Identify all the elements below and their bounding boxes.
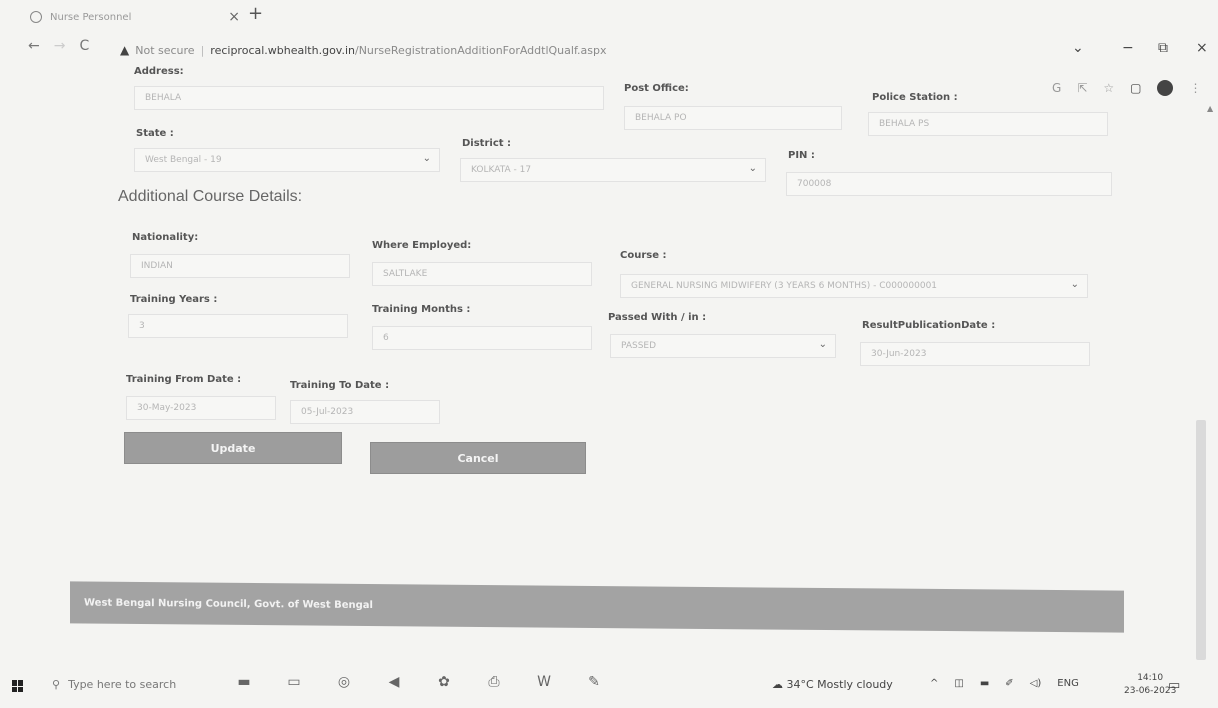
url-separator: | [200, 43, 205, 57]
footer-bar: West Bengal Nursing Council, Govt. of We… [70, 581, 1124, 633]
search-icon: ⚲ [52, 678, 61, 691]
pin-field[interactable]: 700008 [786, 172, 1112, 196]
minimize-button[interactable]: − [1122, 40, 1134, 56]
language-indicator[interactable]: ENG [1057, 678, 1079, 689]
pen-app-icon[interactable]: ✎ [582, 674, 606, 690]
footer-text: West Bengal Nursing Council, Govt. of We… [84, 597, 373, 611]
address-field[interactable]: BEHALA [134, 86, 604, 110]
address-label: Address: [134, 66, 184, 77]
result-date-field[interactable]: 30-Jun-2023 [860, 342, 1090, 366]
district-value: KOLKATA - 17 [471, 165, 532, 175]
taskbar-search[interactable]: ⚲ Type here to search [52, 678, 176, 691]
course-label: Course : [620, 250, 667, 261]
not-secure-label: Not secure [135, 43, 195, 57]
address-bar[interactable]: ▲ Not secure | reciprocal.wbhealth.gov.i… [120, 40, 1020, 60]
notification-icon[interactable]: ▭ [1168, 678, 1180, 693]
cancel-button[interactable]: Cancel [370, 442, 586, 474]
post-office-field[interactable]: BEHALA PO [624, 106, 842, 130]
close-window-button[interactable]: × [1196, 40, 1208, 56]
chevron-down-icon: ⌄ [748, 163, 757, 174]
vertical-scrollbar[interactable] [1196, 420, 1206, 660]
printer-icon[interactable]: ⎙ [482, 674, 506, 690]
new-tab-button[interactable]: + [248, 3, 263, 24]
weather-icon: ☁ [772, 678, 787, 691]
from-date-field[interactable]: 30-May-2023 [126, 396, 276, 420]
passed-value: PASSED [621, 341, 657, 351]
media-icon[interactable]: ◀ [382, 674, 406, 690]
warning-icon: ▲ [120, 43, 130, 57]
forward-arrow-icon[interactable]: → [54, 38, 66, 54]
back-arrow-icon[interactable]: ← [28, 38, 40, 54]
district-select[interactable]: KOLKATA - 17 ⌄ [460, 158, 766, 182]
state-value: West Bengal - 19 [145, 155, 222, 165]
globe-icon [30, 11, 42, 23]
reload-icon[interactable]: C [79, 38, 89, 54]
windows-start-icon[interactable] [12, 680, 24, 692]
toolbar-icons: G ⇱ ☆ ▢ ⋮ [1052, 80, 1201, 96]
taskbar-search-placeholder: Type here to search [68, 678, 177, 691]
battery-icon[interactable]: ▬ [980, 678, 989, 689]
restore-button[interactable]: ⧉ [1158, 40, 1168, 56]
scroll-up-icon[interactable]: ▲ [1207, 104, 1213, 113]
pen-icon[interactable]: ✐ [1005, 678, 1013, 689]
training-months-field[interactable]: 6 [372, 326, 592, 350]
district-label: District : [462, 138, 512, 149]
course-select[interactable]: GENERAL NURSING MIDWIFERY (3 YEARS 6 MON… [620, 274, 1088, 298]
chevron-down-icon: ⌄ [422, 153, 431, 164]
police-station-label: Police Station : [872, 92, 958, 103]
share-icon[interactable]: ⇱ [1077, 81, 1087, 95]
taskbar-apps: ▬ ▭ ◎ ◀ ✿ ⎙ W ✎ [232, 674, 606, 690]
google-icon[interactable]: G [1052, 81, 1061, 95]
where-employed-label: Where Employed: [372, 240, 472, 251]
menu-dots-icon[interactable]: ⋮ [1189, 81, 1201, 95]
word-icon[interactable]: W [532, 674, 556, 690]
tab-close-icon[interactable]: × [228, 9, 240, 25]
volume-icon[interactable]: ◁) [1030, 678, 1042, 689]
training-years-label: Training Years : [130, 294, 218, 305]
caret-up-icon[interactable]: ^ [930, 678, 938, 689]
browser-tab[interactable]: Nurse Personnel × [30, 6, 240, 28]
app-landscape-icon[interactable]: ▬ [232, 674, 256, 690]
passed-select[interactable]: PASSED ⌄ [610, 334, 836, 358]
nationality-label: Nationality: [132, 232, 199, 243]
pin-label: PIN : [788, 150, 815, 161]
app-icon[interactable]: ✿ [432, 674, 456, 690]
chevron-down-icon[interactable]: ⌄ [1072, 40, 1084, 56]
police-station-field[interactable]: BEHALA PS [868, 112, 1108, 136]
url-path: /NurseRegistrationAdditionForAddtlQualf.… [354, 43, 607, 57]
weather-text: 34°C Mostly cloudy [786, 678, 893, 691]
chevron-down-icon: ⌄ [818, 339, 827, 350]
weather-widget[interactable]: ☁ 34°C Mostly cloudy [772, 678, 893, 691]
update-button[interactable]: Update [124, 432, 342, 464]
section-title: Additional Course Details: [118, 188, 303, 205]
chrome-icon[interactable]: ◎ [332, 674, 356, 690]
state-select[interactable]: West Bengal - 19 ⌄ [134, 148, 440, 172]
system-tray: ^ ◫ ▬ ✐ ◁) ENG [930, 678, 1079, 689]
course-value: GENERAL NURSING MIDWIFERY (3 YEARS 6 MON… [631, 281, 938, 291]
state-label: State : [136, 128, 174, 139]
to-date-field[interactable]: 05-Jul-2023 [290, 400, 440, 424]
star-icon[interactable]: ☆ [1103, 81, 1114, 95]
file-explorer-icon[interactable]: ▭ [282, 674, 306, 690]
to-date-label: Training To Date : [290, 380, 390, 391]
training-years-field[interactable]: 3 [128, 314, 348, 338]
profile-avatar-icon[interactable] [1157, 80, 1174, 96]
chevron-down-icon: ⌄ [1070, 279, 1079, 290]
nationality-field[interactable]: INDIAN [130, 254, 350, 278]
url-host: reciprocal.wbhealth.gov.in [210, 43, 355, 57]
result-date-label: ResultPublicationDate : [862, 320, 996, 331]
sidepanel-icon[interactable]: ▢ [1130, 81, 1141, 95]
training-months-label: Training Months : [372, 304, 471, 315]
from-date-label: Training From Date : [126, 374, 242, 385]
passed-label: Passed With / in : [608, 312, 707, 323]
post-office-label: Post Office: [624, 83, 689, 94]
tab-title: Nurse Personnel [50, 11, 132, 23]
where-employed-field[interactable]: SALTLAKE [372, 262, 592, 286]
network-icon[interactable]: ◫ [954, 678, 963, 689]
nav-buttons: ← → C [28, 38, 89, 54]
